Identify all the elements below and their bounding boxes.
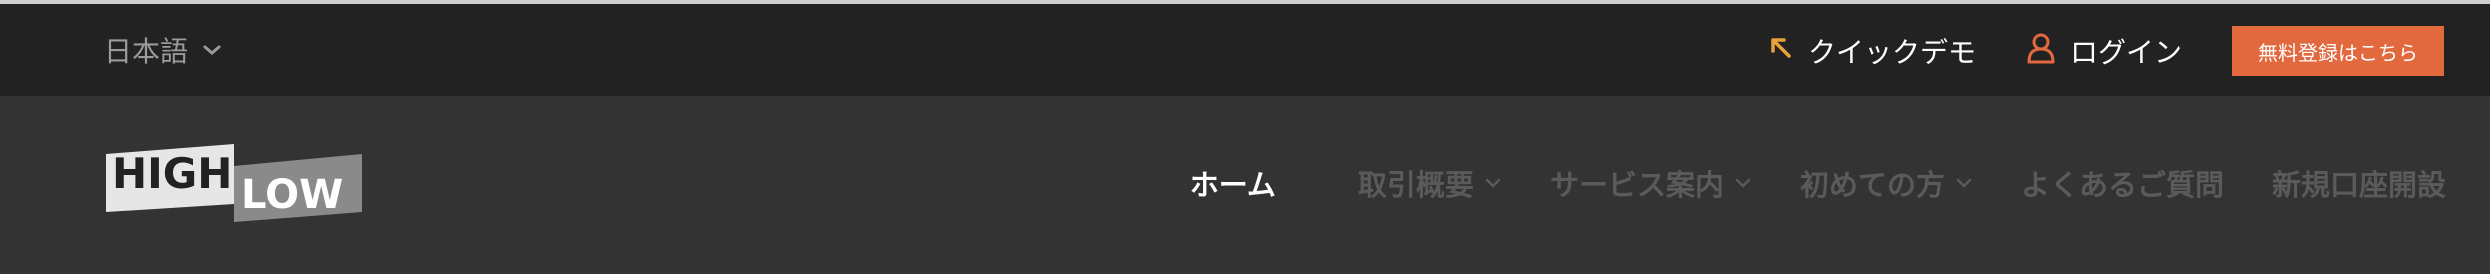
language-selector[interactable]: 日本語: [104, 30, 224, 70]
quick-demo-label: クイックデモ: [1807, 36, 1976, 69]
language-label: 日本語: [104, 35, 189, 68]
main-navbar: HIGH LOW ホーム 取引概要 サービス案内 初めての方 よくあるご質問 新…: [0, 96, 2490, 274]
chevron-down-icon: [1484, 174, 1502, 192]
login-label: ログイン: [2069, 36, 2182, 69]
highlow-logo[interactable]: HIGH LOW: [104, 142, 364, 224]
chevron-down-icon: [1955, 174, 1973, 192]
signup-button[interactable]: 無料登録はこちら: [2232, 26, 2444, 76]
logo-high-text: HIGH: [112, 149, 232, 198]
login-link[interactable]: ログイン: [2026, 31, 2182, 71]
user-icon: [2026, 32, 2056, 71]
nav-item-beginners[interactable]: 初めての方: [1800, 162, 1973, 204]
logo-low-text: LOW: [241, 172, 343, 218]
primary-nav: ホーム 取引概要 サービス案内 初めての方 よくあるご質問 新規口座開設: [1142, 158, 2446, 208]
nav-item-label: 初めての方: [1799, 168, 1945, 202]
nav-item-trading-overview[interactable]: 取引概要: [1358, 162, 1502, 204]
arrow-up-left-icon: [1768, 35, 1794, 68]
nav-item-services[interactable]: サービス案内: [1550, 162, 1752, 204]
nav-item-open-account[interactable]: 新規口座開設: [2272, 162, 2446, 204]
top-bar-actions: クイックデモ ログイン 無料登録はこちら: [1768, 26, 2444, 76]
nav-item-label: サービス案内: [1549, 168, 1724, 202]
chevron-down-icon: [200, 38, 224, 62]
nav-item-faq[interactable]: よくあるご質問: [2021, 162, 2224, 204]
nav-item-label: よくあるご質問: [2020, 168, 2224, 202]
chevron-down-icon: [1734, 174, 1752, 192]
nav-item-label: ホーム: [1189, 168, 1276, 202]
nav-item-home[interactable]: ホーム: [1190, 162, 1276, 204]
nav-item-label: 取引概要: [1357, 168, 1474, 202]
quick-demo-link[interactable]: クイックデモ: [1768, 31, 1976, 71]
top-bar: 日本語 クイックデモ ログイン 無料登録はこちら: [0, 4, 2490, 96]
nav-item-label: 新規口座開設: [2271, 168, 2446, 202]
